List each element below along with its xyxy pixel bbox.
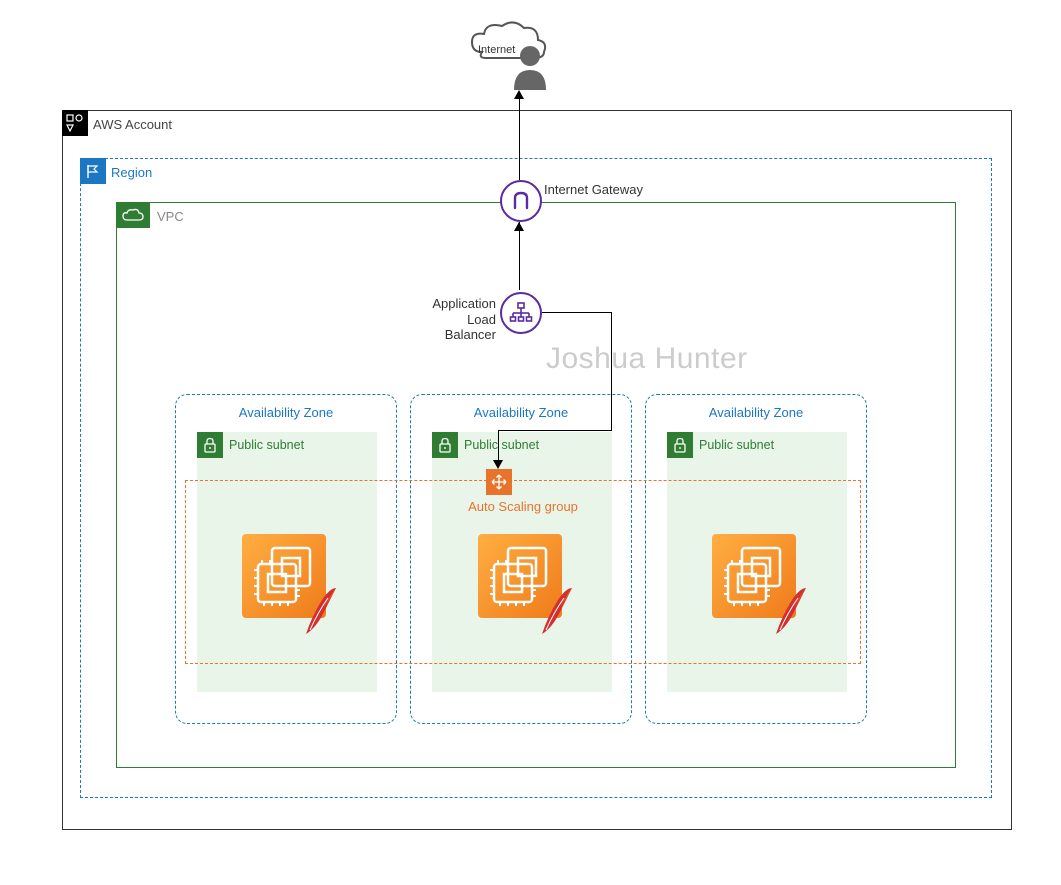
alb-label-line2: Load Balancer [445, 312, 496, 343]
az-label: Availability Zone [176, 405, 396, 420]
alb-label: Application Load Balancer [416, 296, 496, 343]
internet-label: Internet [478, 44, 515, 56]
arrow-alb-horizontal2 [498, 430, 612, 431]
az-label: Availability Zone [411, 405, 631, 420]
subnet-label: Public subnet [464, 438, 539, 452]
internet-gateway-label: Internet Gateway [544, 182, 643, 197]
vpc-label: VPC [157, 209, 184, 224]
asg-label: Auto Scaling group [186, 499, 860, 514]
gateway-icon [500, 180, 542, 222]
ec2-instance-icon [242, 534, 326, 618]
lock-icon [432, 432, 458, 458]
arrowhead-icon [514, 90, 524, 99]
account-shapes-icon [62, 110, 88, 136]
alb-label-line1: Application [432, 296, 496, 311]
ec2-instance-icon [478, 534, 562, 618]
arrow-igw-to-alb [519, 222, 520, 290]
internet-user-icon [458, 16, 558, 96]
arrowhead-icon [514, 222, 524, 231]
diagram-canvas: Internet AWS Account Region Internet Gat [0, 0, 1061, 885]
cloud-icon [116, 202, 150, 228]
lock-icon [197, 432, 223, 458]
az-label: Availability Zone [646, 405, 866, 420]
arrow-internet-to-igw [519, 98, 520, 180]
flag-icon [80, 158, 106, 184]
load-balancer-icon [500, 292, 542, 334]
arrow-alb-vertical1 [611, 312, 612, 430]
subnet-label: Public subnet [229, 438, 304, 452]
autoscaling-icon [486, 469, 512, 495]
arrowhead-icon [493, 460, 503, 469]
subnet-label: Public subnet [699, 438, 774, 452]
region-label: Region [111, 165, 152, 180]
aws-account-label: AWS Account [93, 117, 172, 132]
lock-icon [667, 432, 693, 458]
arrow-alb-horizontal [540, 312, 612, 313]
ec2-instance-icon [712, 534, 796, 618]
